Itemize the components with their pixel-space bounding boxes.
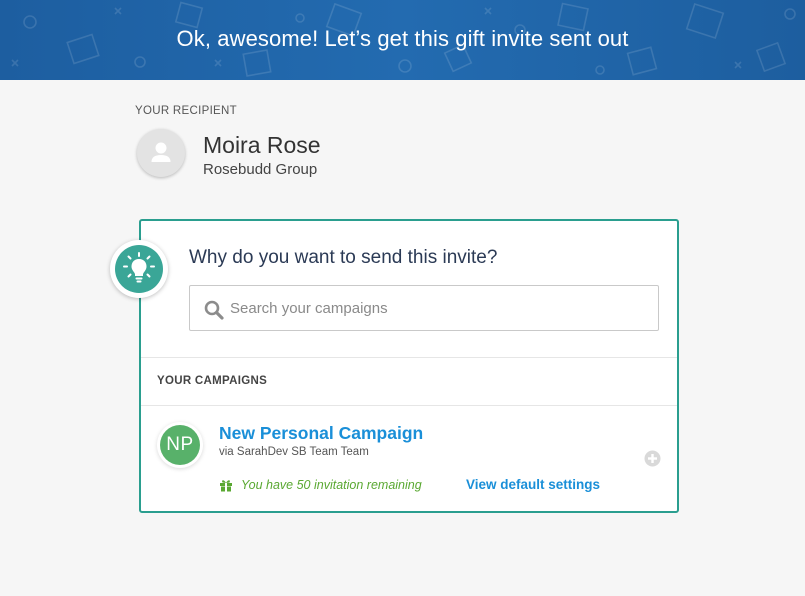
recipient-heading: YOUR RECIPIENT bbox=[135, 105, 237, 117]
divider bbox=[141, 405, 677, 406]
campaign-question: Why do you want to send this invite? bbox=[189, 247, 498, 268]
recipient-company: Rosebudd Group bbox=[203, 161, 318, 178]
campaign-search-box[interactable] bbox=[189, 285, 659, 331]
view-default-settings-link[interactable]: View default settings bbox=[466, 477, 600, 492]
campaign-team: via SarahDev SB Team Team bbox=[219, 446, 369, 458]
recipient-name: Moira Rose bbox=[203, 132, 321, 158]
lightbulb-icon bbox=[123, 252, 155, 283]
add-circle-icon[interactable] bbox=[644, 450, 661, 467]
campaign-name-link[interactable]: New Personal Campaign bbox=[219, 423, 423, 444]
campaigns-heading: YOUR CAMPAIGNS bbox=[157, 375, 268, 387]
campaign-avatar: NP bbox=[160, 425, 200, 465]
user-placeholder-icon bbox=[151, 142, 171, 162]
lightbulb-badge bbox=[110, 240, 168, 298]
header-banner: Ok, awesome! Let’s get this gift invite … bbox=[0, 0, 805, 80]
banner-title: Ok, awesome! Let’s get this gift invite … bbox=[176, 26, 629, 51]
campaign-search-input[interactable] bbox=[230, 286, 650, 330]
invitations-remaining: You have 50 invitation remaining bbox=[241, 478, 422, 492]
divider bbox=[141, 357, 677, 358]
recipient-avatar bbox=[137, 129, 185, 177]
gift-icon bbox=[220, 480, 232, 492]
search-icon bbox=[204, 300, 224, 320]
